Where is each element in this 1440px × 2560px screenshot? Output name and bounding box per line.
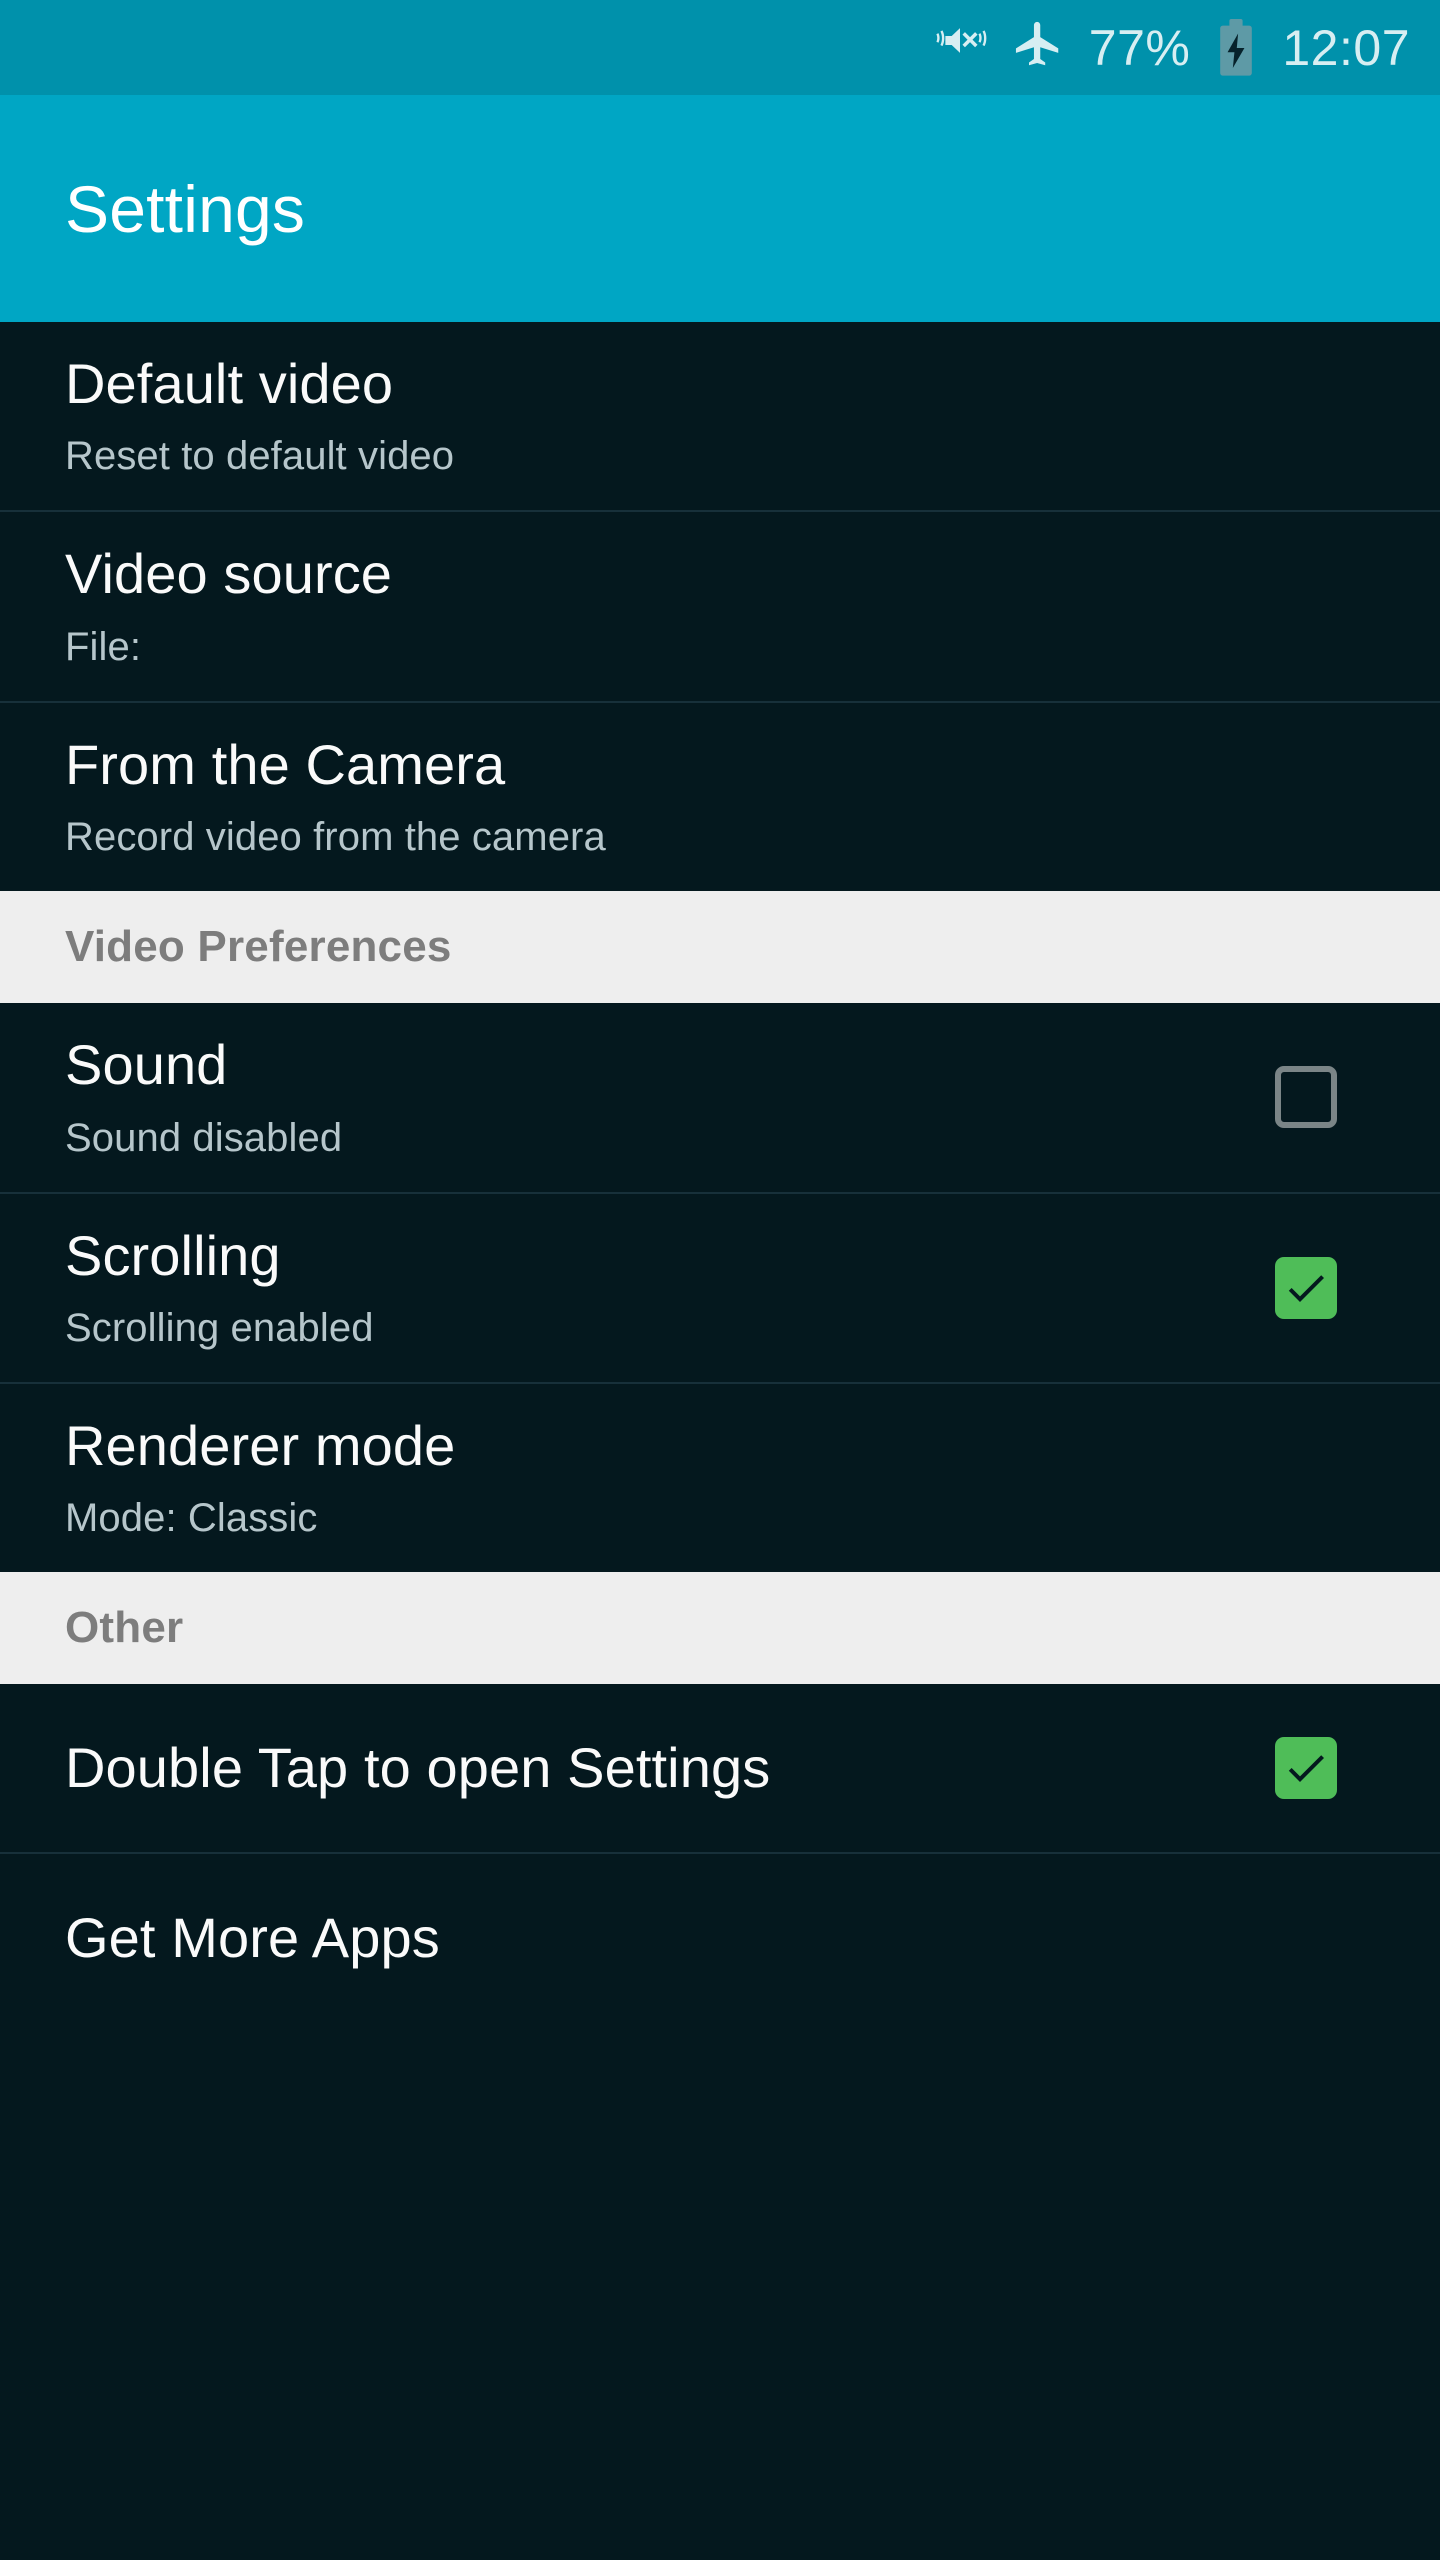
section-header-title: Video Preferences [65, 922, 452, 972]
check-icon [1288, 1755, 1324, 1783]
preference-texts: Renderer mode Mode: Classic [65, 1414, 455, 1542]
settings-list[interactable]: Default video Reset to default video Vid… [0, 322, 1440, 2023]
preference-summary: File: [65, 624, 142, 669]
preference-texts: Sound Sound disabled [65, 1033, 342, 1161]
preference-summary: Scrolling enabled [65, 1305, 374, 1350]
preference-row-scrolling[interactable]: Scrolling Scrolling enabled [0, 1193, 1440, 1382]
status-bar-icons: 77% 12:07 [933, 18, 1410, 77]
preference-title: Video source [65, 542, 393, 606]
airplane-mode-icon [1011, 18, 1065, 77]
status-bar: 77% 12:07 [0, 0, 1440, 95]
preference-texts: Get More Apps [65, 1906, 440, 1970]
preference-texts: Default video Reset to default video [65, 352, 454, 480]
preference-title: Get More Apps [65, 1906, 440, 1970]
preference-row-get-more-apps[interactable]: Get More Apps [0, 1854, 1440, 2023]
preference-title: Default video [65, 352, 394, 415]
preference-title: Scrolling [65, 1223, 281, 1287]
vibrate-mute-icon [933, 18, 987, 77]
scrolling-checkbox[interactable] [1275, 1256, 1337, 1319]
app-bar: Settings [0, 95, 1440, 322]
preference-texts: From the Camera Record video from the ca… [65, 733, 606, 861]
preference-texts: Scrolling Scrolling enabled [65, 1224, 374, 1352]
section-header-other: Other [0, 1572, 1440, 1685]
check-icon [1288, 1274, 1324, 1302]
preference-row-double-tap-to-open-settings[interactable]: Double Tap to open Settings [0, 1684, 1440, 1853]
preference-texts: Double Tap to open Settings [65, 1736, 770, 1800]
preference-texts: Video source File: [65, 542, 392, 670]
section-header-video-preferences: Video Preferences [0, 891, 1440, 1004]
battery-percent-label: 77% [1088, 19, 1191, 76]
preference-summary: Record video from the camera [65, 815, 606, 860]
preference-title: Renderer mode [65, 1413, 456, 1477]
preference-row-renderer-mode[interactable]: Renderer mode Mode: Classic [0, 1383, 1440, 1573]
battery-charging-icon [1214, 18, 1258, 77]
preference-title: Double Tap to open Settings [65, 1736, 771, 1800]
preference-title: From the Camera [65, 732, 506, 796]
settings-screen: 77% 12:07 Settings Default video Reset t… [0, 0, 1440, 2560]
preference-row-video-source[interactable]: Video source File: [0, 512, 1440, 701]
double-tap-checkbox[interactable] [1275, 1737, 1337, 1800]
page-title: Settings [65, 171, 306, 246]
preference-title: Sound [65, 1033, 228, 1097]
preference-row-default-video[interactable]: Default video Reset to default video [0, 322, 1440, 511]
preference-row-sound[interactable]: Sound Sound disabled [0, 1003, 1440, 1192]
preference-summary: Reset to default video [65, 434, 455, 479]
clock-label: 12:07 [1282, 19, 1410, 76]
sound-checkbox[interactable] [1275, 1066, 1337, 1129]
preference-row-from-the-camera[interactable]: From the Camera Record video from the ca… [0, 702, 1440, 892]
preference-summary: Mode: Classic [65, 1496, 318, 1541]
section-header-title: Other [65, 1603, 184, 1653]
preference-summary: Sound disabled [65, 1115, 343, 1160]
